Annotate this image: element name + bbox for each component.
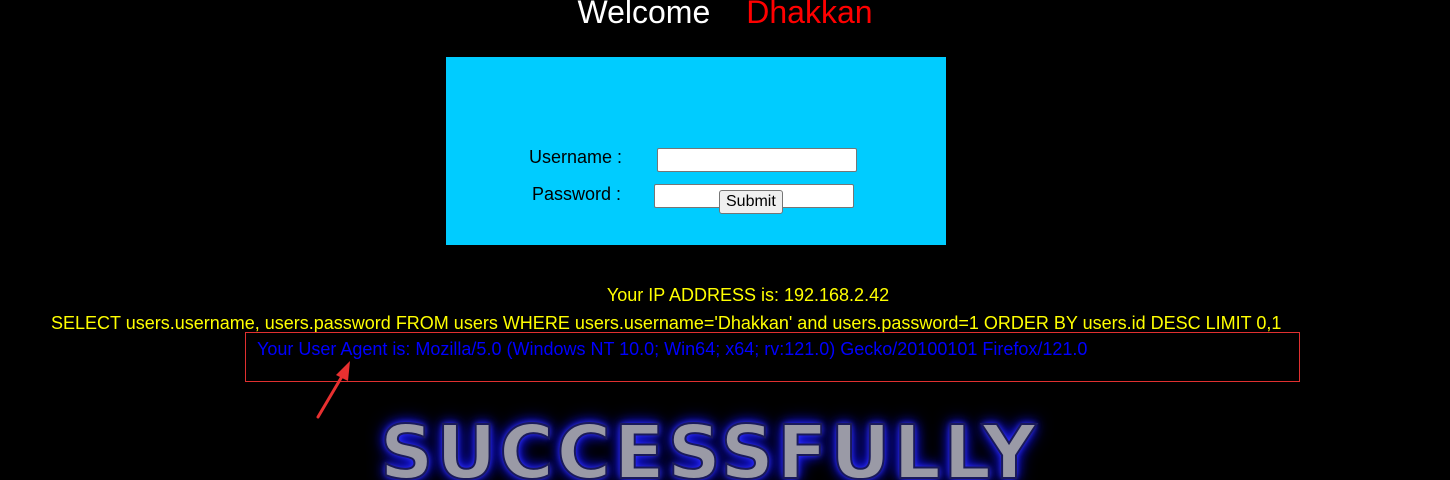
submit-button[interactable]: Submit	[719, 190, 783, 214]
welcome-text: Welcome	[577, 0, 711, 30]
annotation-highlight-box	[245, 332, 1300, 382]
success-banner: SUCCESSFULLY	[379, 409, 1039, 480]
ip-address-text: Your IP ADDRESS is: 192.168.2.42	[606, 285, 890, 305]
username-row: Username :	[446, 145, 946, 173]
annotation-arrow-icon	[316, 361, 350, 419]
page: Welcome Dhakkan Username : Password : Sub…	[0, 0, 1450, 480]
username-input[interactable]	[657, 148, 857, 172]
sql-query-text: SELECT users.username, users.password FR…	[51, 313, 1282, 333]
username-label: Username :	[529, 147, 623, 167]
welcome-heading: Welcome Dhakkan	[0, 0, 1450, 31]
password-label: Password :	[532, 184, 622, 204]
user-name: Dhakkan	[746, 0, 873, 30]
password-row: Password :	[446, 182, 946, 210]
login-form: Username : Password :	[446, 57, 946, 245]
